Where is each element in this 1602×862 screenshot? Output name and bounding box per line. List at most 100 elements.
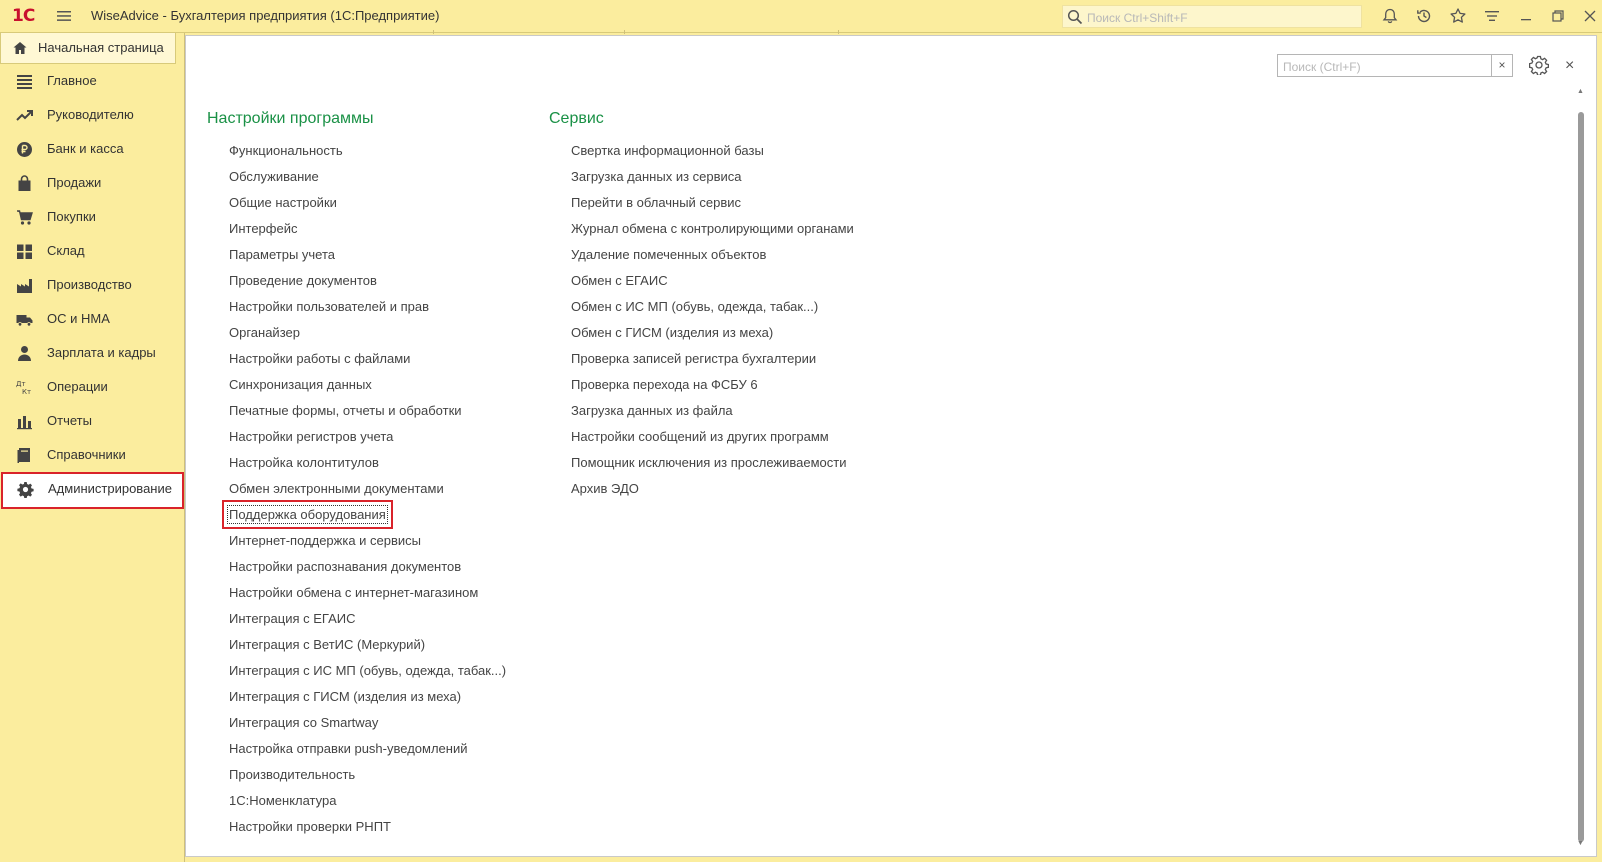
nav-link[interactable]: Настройка колонтитулов bbox=[227, 450, 508, 476]
nav-link[interactable]: Интеграция с ВетИС (Меркурий) bbox=[227, 632, 508, 658]
home-icon bbox=[13, 42, 27, 54]
star-icon[interactable] bbox=[1449, 7, 1467, 25]
nav-link-label: Журнал обмена с контролирующими органами bbox=[571, 221, 854, 236]
nav-link[interactable]: Обмен с ЕГАИС bbox=[569, 268, 856, 294]
nav-link[interactable]: Параметры учета bbox=[227, 242, 508, 268]
clear-search-button[interactable]: × bbox=[1491, 55, 1512, 76]
sidebar-item-fixed-assets[interactable]: ОС и НМА bbox=[0, 302, 185, 336]
sidebar-item-directories[interactable]: Справочники bbox=[0, 438, 185, 472]
sidebar-item-label: Отчеты bbox=[47, 413, 92, 428]
sidebar-item-label: Справочники bbox=[47, 447, 126, 462]
nav-link[interactable]: Проверка записей регистра бухгалтерии bbox=[569, 346, 856, 372]
sidebar-item-main[interactable]: Главное bbox=[0, 64, 185, 98]
nav-link-label: Обслуживание bbox=[229, 169, 319, 184]
sidebar: Начальная страница Главное Руководителю … bbox=[0, 33, 185, 862]
nav-link-focused[interactable]: Поддержка оборудования bbox=[227, 502, 508, 528]
global-search-box[interactable] bbox=[1062, 5, 1362, 28]
nav-link[interactable]: Функциональность bbox=[227, 138, 508, 164]
nav-link[interactable]: Журнал обмена с контролирующими органами bbox=[569, 216, 856, 242]
nav-link[interactable]: Обмен электронными документами bbox=[227, 476, 508, 502]
nav-link[interactable]: Интеграция с ГИСМ (изделия из меха) bbox=[227, 684, 508, 710]
nav-link[interactable]: Интернет-поддержка и сервисы bbox=[227, 528, 508, 554]
bell-icon[interactable] bbox=[1381, 7, 1399, 25]
nav-link[interactable]: Проверка перехода на ФСБУ 6 bbox=[569, 372, 856, 398]
nav-link-label: Настройки распознавания документов bbox=[229, 559, 462, 574]
nav-link[interactable]: 1С:Номенклатура bbox=[227, 788, 508, 814]
panel-close-button[interactable]: × bbox=[1565, 57, 1579, 74]
sidebar-item-operations[interactable]: Дт Кт Операции bbox=[0, 370, 185, 404]
sidebar-item-sales[interactable]: Продажи bbox=[0, 166, 185, 200]
menu-icon[interactable] bbox=[56, 8, 72, 24]
home-page-tab[interactable]: Начальная страница bbox=[0, 33, 176, 64]
scroll-up-arrow-icon[interactable]: ▲ bbox=[1577, 88, 1584, 95]
settings-lines-icon[interactable] bbox=[1483, 7, 1501, 25]
nav-link[interactable]: Настройки распознавания документов bbox=[227, 554, 508, 580]
sidebar-item-label: Банк и касса bbox=[47, 141, 124, 156]
restore-icon[interactable] bbox=[1549, 7, 1567, 25]
nav-link[interactable]: Обслуживание bbox=[227, 164, 508, 190]
nav-link[interactable]: Настройки сообщений из других программ bbox=[569, 424, 856, 450]
sidebar-item-bank[interactable]: Банк и касса bbox=[0, 132, 185, 166]
nav-link[interactable]: Настройки пользователей и прав bbox=[227, 294, 508, 320]
nav-link-label: Параметры учета bbox=[229, 247, 336, 262]
nav-link[interactable]: Настройки работы с файлами bbox=[227, 346, 508, 372]
scroll-thumb[interactable] bbox=[1578, 112, 1584, 842]
nav-link-label: Удаление помеченных объектов bbox=[571, 247, 767, 262]
sidebar-item-manager[interactable]: Руководителю bbox=[0, 98, 185, 132]
nav-link[interactable]: Производительность bbox=[227, 762, 508, 788]
nav-link[interactable]: Проведение документов bbox=[227, 268, 508, 294]
nav-link[interactable]: Синхронизация данных bbox=[227, 372, 508, 398]
nav-link[interactable]: Интеграция с ИС МП (обувь, одежда, табак… bbox=[227, 658, 508, 684]
nav-link[interactable]: Удаление помеченных объектов bbox=[569, 242, 856, 268]
sidebar-item-reports[interactable]: Отчеты bbox=[0, 404, 185, 438]
nav-link[interactable]: Общие настройки bbox=[227, 190, 508, 216]
minimize-icon[interactable] bbox=[1517, 7, 1535, 25]
nav-link[interactable]: Настройки обмена с интернет-магазином bbox=[227, 580, 508, 606]
panel-settings-gear-icon[interactable] bbox=[1529, 55, 1549, 75]
scroll-down-arrow-icon[interactable]: ▼ bbox=[1577, 840, 1584, 847]
nav-link[interactable]: Настройки регистров учета bbox=[227, 424, 508, 450]
nav-link[interactable]: Настройки проверки РНПТ bbox=[227, 814, 508, 840]
history-icon[interactable] bbox=[1415, 7, 1433, 25]
bar-chart-icon bbox=[17, 416, 32, 430]
vertical-scrollbar[interactable]: ▲ ▼ bbox=[1576, 88, 1586, 848]
nav-link[interactable]: Обмен с ГИСМ (изделия из меха) bbox=[569, 320, 856, 346]
panel-search-box[interactable]: × bbox=[1277, 54, 1513, 77]
nav-link-label: Интернет-поддержка и сервисы bbox=[229, 533, 422, 548]
sidebar-item-label: ОС и НМА bbox=[47, 311, 110, 326]
nav-link-label: Настройки проверки РНПТ bbox=[229, 819, 391, 834]
nav-link-label: Настройка колонтитулов bbox=[229, 455, 379, 470]
home-page-label: Начальная страница bbox=[38, 40, 164, 55]
nav-link[interactable]: Загрузка данных из сервиса bbox=[569, 164, 856, 190]
nav-link[interactable]: Печатные формы, отчеты и обработки bbox=[227, 398, 508, 424]
nav-link[interactable]: Интеграция со Smartway bbox=[227, 710, 508, 736]
sidebar-item-production[interactable]: Производство bbox=[0, 268, 185, 302]
panel-search-input[interactable] bbox=[1281, 57, 1490, 76]
nav-link-label: Производительность bbox=[229, 767, 356, 782]
nav-link[interactable]: Интеграция с ЕГАИС bbox=[227, 606, 508, 632]
nav-link[interactable]: Свертка информационной базы bbox=[569, 138, 856, 164]
sidebar-item-purchases[interactable]: Покупки bbox=[0, 200, 185, 234]
svg-text:Дт: Дт bbox=[16, 380, 26, 388]
sidebar-item-salary[interactable]: Зарплата и кадры bbox=[0, 336, 185, 370]
sidebar-item-label: Зарплата и кадры bbox=[47, 345, 156, 360]
nav-link[interactable]: Обмен с ИС МП (обувь, одежда, табак...) bbox=[569, 294, 856, 320]
nav-link[interactable]: Архив ЭДО bbox=[569, 476, 856, 502]
nav-link-label: Обмен электронными документами bbox=[229, 481, 444, 496]
sidebar-item-warehouse[interactable]: Склад bbox=[0, 234, 185, 268]
nav-link[interactable]: Органайзер bbox=[227, 320, 508, 346]
nav-link-label: Интеграция с ИС МП (обувь, одежда, табак… bbox=[229, 663, 507, 678]
nav-link-label: Настройки регистров учета bbox=[229, 429, 394, 444]
sidebar-item-administration[interactable]: Администрирование bbox=[1, 472, 184, 509]
nav-link[interactable]: Настройка отправки push-уведомлений bbox=[227, 736, 508, 762]
nav-link-label: Поддержка оборудования bbox=[227, 505, 388, 524]
nav-link-label: Настройка отправки push-уведомлений bbox=[229, 741, 468, 756]
trend-icon bbox=[16, 110, 33, 121]
nav-link[interactable]: Перейти в облачный сервис bbox=[569, 190, 856, 216]
title-bar: 1С WiseAdvice - Бухгалтерия предприятия … bbox=[0, 0, 1602, 33]
nav-link[interactable]: Загрузка данных из файла bbox=[569, 398, 856, 424]
global-search-input[interactable] bbox=[1085, 8, 1359, 27]
nav-link[interactable]: Интерфейс bbox=[227, 216, 508, 242]
nav-link[interactable]: Помощник исключения из прослеживаемости bbox=[569, 450, 856, 476]
close-icon[interactable] bbox=[1581, 7, 1599, 25]
